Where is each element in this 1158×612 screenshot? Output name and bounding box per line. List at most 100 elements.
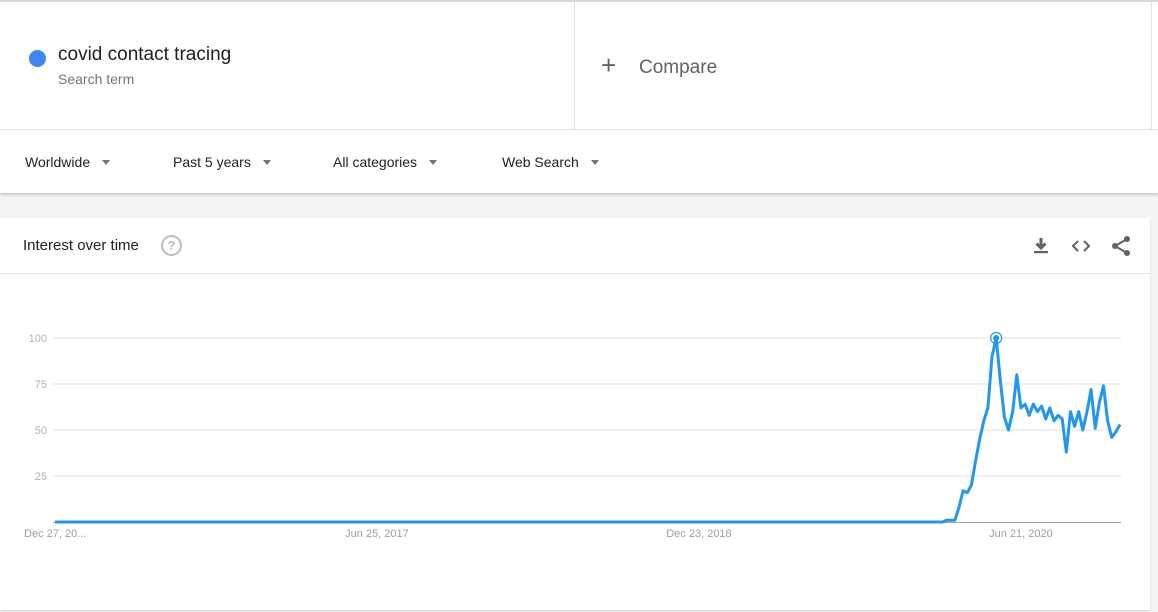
data-point[interactable]: [416, 520, 420, 524]
data-point[interactable]: [519, 520, 523, 524]
data-point[interactable]: [606, 520, 610, 524]
data-point[interactable]: [895, 520, 899, 524]
data-point[interactable]: [1077, 410, 1081, 414]
data-point[interactable]: [780, 520, 784, 524]
data-point[interactable]: [259, 520, 263, 524]
data-point[interactable]: [569, 520, 573, 524]
data-point[interactable]: [656, 520, 660, 524]
data-point[interactable]: [156, 520, 160, 524]
data-point[interactable]: [804, 520, 808, 524]
data-point[interactable]: [441, 520, 445, 524]
data-point[interactable]: [647, 520, 651, 524]
data-point[interactable]: [924, 520, 928, 524]
data-point[interactable]: [941, 520, 945, 524]
data-point[interactable]: [685, 520, 689, 524]
data-point[interactable]: [903, 520, 907, 524]
data-point[interactable]: [627, 520, 631, 524]
data-point[interactable]: [482, 520, 486, 524]
data-point[interactable]: [998, 378, 1002, 382]
data-point[interactable]: [577, 520, 581, 524]
data-point[interactable]: [511, 520, 515, 524]
data-point[interactable]: [961, 489, 965, 493]
data-point[interactable]: [936, 520, 940, 524]
data-point[interactable]: [887, 520, 891, 524]
data-point[interactable]: [829, 520, 833, 524]
data-point[interactable]: [862, 520, 866, 524]
data-point[interactable]: [1106, 419, 1110, 423]
data-point[interactable]: [643, 520, 647, 524]
data-point[interactable]: [676, 520, 680, 524]
data-point[interactable]: [825, 520, 829, 524]
data-point[interactable]: [705, 520, 709, 524]
data-point[interactable]: [301, 520, 305, 524]
data-point[interactable]: [218, 520, 222, 524]
data-point[interactable]: [334, 520, 338, 524]
data-point[interactable]: [115, 520, 119, 524]
data-point[interactable]: [846, 520, 850, 524]
data-point[interactable]: [730, 520, 734, 524]
data-point[interactable]: [486, 520, 490, 524]
data-point[interactable]: [309, 520, 313, 524]
data-point[interactable]: [590, 520, 594, 524]
data-point[interactable]: [276, 520, 280, 524]
data-point[interactable]: [148, 520, 152, 524]
data-point[interactable]: [874, 520, 878, 524]
data-point[interactable]: [1097, 400, 1101, 404]
data-point[interactable]: [557, 520, 561, 524]
data-point[interactable]: [866, 520, 870, 524]
data-point[interactable]: [565, 520, 569, 524]
data-point[interactable]: [1048, 406, 1052, 410]
data-point[interactable]: [119, 520, 123, 524]
data-point[interactable]: [614, 520, 618, 524]
data-point[interactable]: [144, 520, 148, 524]
data-point[interactable]: [313, 520, 317, 524]
data-point[interactable]: [103, 520, 107, 524]
data-point[interactable]: [375, 520, 379, 524]
data-point[interactable]: [222, 520, 226, 524]
data-point[interactable]: [458, 520, 462, 524]
data-point[interactable]: [841, 520, 845, 524]
data-point[interactable]: [891, 520, 895, 524]
data-point[interactable]: [763, 520, 767, 524]
data-point[interactable]: [470, 520, 474, 524]
data-point[interactable]: [1093, 426, 1097, 430]
data-point[interactable]: [907, 520, 911, 524]
data-point[interactable]: [751, 520, 755, 524]
data-point[interactable]: [1040, 404, 1044, 408]
data-point[interactable]: [70, 520, 74, 524]
data-point[interactable]: [771, 520, 775, 524]
data-point[interactable]: [317, 520, 321, 524]
data-point[interactable]: [1002, 415, 1006, 419]
share-icon[interactable]: [1109, 234, 1133, 258]
data-point[interactable]: [817, 520, 821, 524]
filter-search-type-dropdown[interactable]: Web Search: [502, 154, 599, 170]
data-point[interactable]: [701, 520, 705, 524]
data-point[interactable]: [1027, 413, 1031, 417]
data-point[interactable]: [90, 520, 94, 524]
data-point[interactable]: [412, 520, 416, 524]
data-point[interactable]: [363, 520, 367, 524]
data-point[interactable]: [404, 520, 408, 524]
data-point[interactable]: [1110, 435, 1114, 439]
data-point[interactable]: [371, 520, 375, 524]
data-point[interactable]: [916, 520, 920, 524]
data-point[interactable]: [1011, 410, 1015, 414]
data-point[interactable]: [821, 520, 825, 524]
data-point[interactable]: [965, 491, 969, 495]
data-point[interactable]: [833, 520, 837, 524]
data-point[interactable]: [338, 520, 342, 524]
data-point[interactable]: [619, 520, 623, 524]
data-point[interactable]: [623, 520, 627, 524]
filter-category-dropdown[interactable]: All categories: [333, 154, 438, 170]
data-point[interactable]: [978, 437, 982, 441]
data-point[interactable]: [680, 520, 684, 524]
data-point[interactable]: [325, 520, 329, 524]
data-point[interactable]: [82, 520, 86, 524]
data-point[interactable]: [1068, 410, 1072, 414]
data-point[interactable]: [953, 518, 957, 522]
data-point[interactable]: [123, 520, 127, 524]
data-point[interactable]: [367, 520, 371, 524]
data-point[interactable]: [664, 520, 668, 524]
data-point[interactable]: [400, 520, 404, 524]
data-point[interactable]: [396, 520, 400, 524]
